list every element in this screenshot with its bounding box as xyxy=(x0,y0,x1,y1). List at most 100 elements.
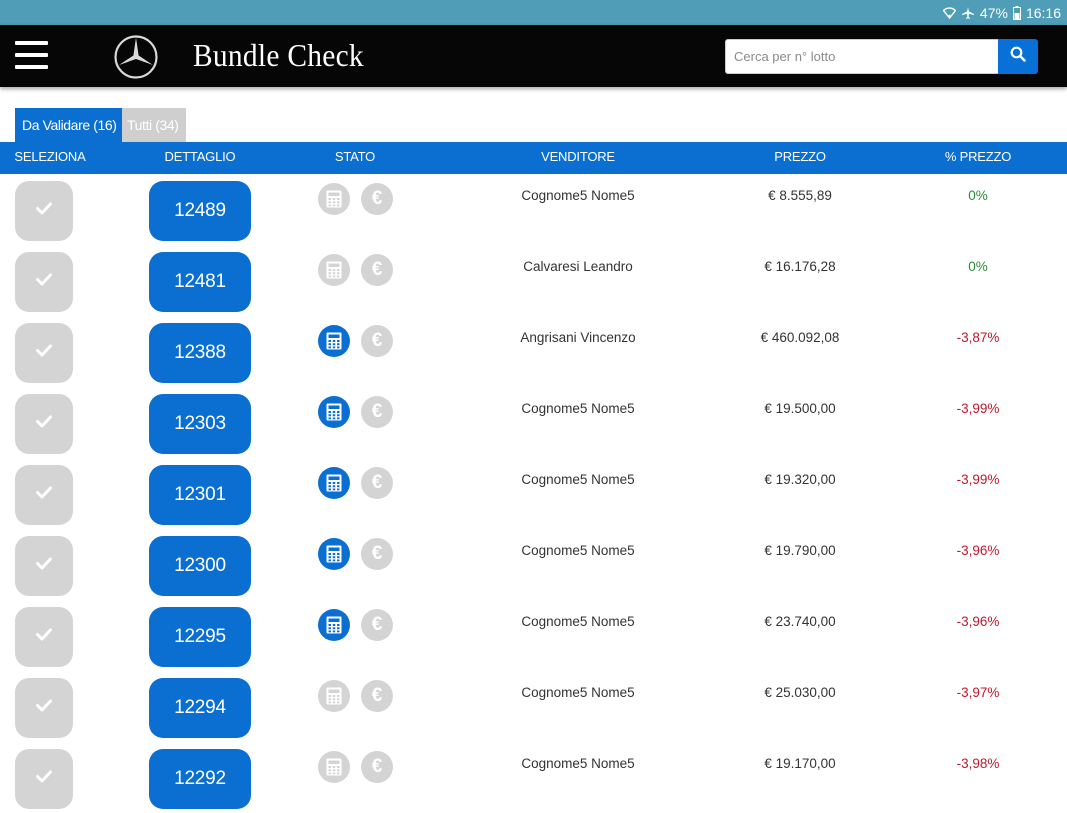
pct-prezzo-cell: -3,96% xyxy=(956,614,1000,629)
check-icon xyxy=(36,557,52,575)
tab-da-validare[interactable]: Da Validare (16) xyxy=(15,108,122,142)
euro-icon: € xyxy=(361,538,393,570)
table-row: 12295 € Cognome5 Nome5 € 23.740,00 -3,96… xyxy=(0,600,1067,671)
prezzo-cell: € 8.555,89 xyxy=(768,188,832,203)
calculator-icon xyxy=(318,467,350,499)
euro-icon: € xyxy=(361,396,393,428)
filter-tabs: Da Validare (16) Tutti (34) xyxy=(15,108,186,142)
select-button[interactable] xyxy=(15,678,73,738)
prezzo-cell: € 19.170,00 xyxy=(764,756,836,771)
search-icon xyxy=(1010,46,1026,67)
bundle-list: 12489 € Cognome5 Nome5 € 8.555,89 0% 124… xyxy=(0,174,1067,813)
column-header-prezzo[interactable]: PREZZO xyxy=(700,142,900,174)
pct-prezzo-cell: -3,87% xyxy=(956,330,1000,345)
search-input[interactable] xyxy=(725,39,999,74)
calculator-icon xyxy=(318,609,350,641)
euro-icon: € xyxy=(361,467,393,499)
lotto-detail-button[interactable]: 12292 xyxy=(149,749,251,809)
check-icon xyxy=(36,273,52,291)
select-button[interactable] xyxy=(15,465,73,525)
clock: 16:16 xyxy=(1025,4,1061,21)
lotto-detail-button[interactable]: 12489 xyxy=(149,181,251,241)
venditore-cell: Calvaresi Leandro xyxy=(523,259,633,274)
calculator-icon xyxy=(318,538,350,570)
venditore-cell: Cognome5 Nome5 xyxy=(521,401,635,416)
table-row: 12489 € Cognome5 Nome5 € 8.555,89 0% xyxy=(0,174,1067,245)
battery-icon xyxy=(1012,5,1021,20)
venditore-cell: Cognome5 Nome5 xyxy=(521,188,635,203)
select-button[interactable] xyxy=(15,323,73,383)
venditore-cell: Cognome5 Nome5 xyxy=(521,614,635,629)
prezzo-cell: € 19.320,00 xyxy=(764,472,836,487)
venditore-cell: Angrisani Vincenzo xyxy=(520,330,636,345)
venditore-cell: Cognome5 Nome5 xyxy=(521,756,635,771)
select-button[interactable] xyxy=(15,394,73,454)
prezzo-cell: € 25.030,00 xyxy=(764,685,836,700)
calculator-icon xyxy=(318,396,350,428)
lotto-detail-button[interactable]: 12388 xyxy=(149,323,251,383)
column-header-dettaglio[interactable]: DETTAGLIO xyxy=(140,142,260,174)
select-button[interactable] xyxy=(15,181,73,241)
prezzo-cell: € 460.092,08 xyxy=(760,330,840,345)
venditore-cell: Cognome5 Nome5 xyxy=(521,543,635,558)
search-button[interactable] xyxy=(998,39,1038,74)
check-icon xyxy=(36,344,52,362)
lotto-detail-button[interactable]: 12300 xyxy=(149,536,251,596)
table-row: 12294 € Cognome5 Nome5 € 25.030,00 -3,97… xyxy=(0,671,1067,742)
select-button[interactable] xyxy=(15,749,73,809)
pct-prezzo-cell: -3,98% xyxy=(956,756,1000,771)
airplane-icon xyxy=(961,6,975,20)
select-button[interactable] xyxy=(15,252,73,312)
check-icon xyxy=(36,770,52,788)
calculator-icon xyxy=(318,183,350,215)
column-header-venditore[interactable]: VENDITORE xyxy=(478,142,678,174)
lotto-detail-button[interactable]: 12301 xyxy=(149,465,251,525)
pct-prezzo-cell: -3,99% xyxy=(956,472,1000,487)
table-header: SELEZIONA DETTAGLIO STATO VENDITORE PREZ… xyxy=(0,142,1067,174)
table-row: 12388 € Angrisani Vincenzo € 460.092,08 … xyxy=(0,316,1067,387)
check-icon xyxy=(36,202,52,220)
euro-icon: € xyxy=(361,254,393,286)
lotto-detail-button[interactable]: 12303 xyxy=(149,394,251,454)
table-row: 12481 € Calvaresi Leandro € 16.176,28 0% xyxy=(0,245,1067,316)
pct-prezzo-cell: 0% xyxy=(968,188,988,203)
venditore-cell: Cognome5 Nome5 xyxy=(521,472,635,487)
pct-prezzo-cell: 0% xyxy=(968,259,988,274)
select-button[interactable] xyxy=(15,607,73,667)
calculator-icon xyxy=(318,254,350,286)
menu-icon[interactable] xyxy=(15,41,49,71)
mercedes-logo-icon xyxy=(113,34,159,80)
column-header-seleziona[interactable]: SELEZIONA xyxy=(0,142,100,174)
check-icon xyxy=(36,486,52,504)
calculator-icon xyxy=(318,680,350,712)
battery-percent: 47% xyxy=(979,4,1008,21)
euro-icon: € xyxy=(361,680,393,712)
select-button[interactable] xyxy=(15,536,73,596)
pct-prezzo-cell: -3,99% xyxy=(956,401,1000,416)
prezzo-cell: € 23.740,00 xyxy=(764,614,836,629)
lotto-detail-button[interactable]: 12294 xyxy=(149,678,251,738)
status-bar: 47% 16:16 xyxy=(0,0,1067,25)
app-title: Bundle Check xyxy=(193,37,364,73)
euro-icon: € xyxy=(361,609,393,641)
check-icon xyxy=(36,415,52,433)
table-row: 12292 € Cognome5 Nome5 € 19.170,00 -3,98… xyxy=(0,742,1067,813)
venditore-cell: Cognome5 Nome5 xyxy=(521,685,635,700)
prezzo-cell: € 16.176,28 xyxy=(764,259,836,274)
euro-icon: € xyxy=(361,183,393,215)
lotto-detail-button[interactable]: 12295 xyxy=(149,607,251,667)
column-header-pct-prezzo[interactable]: % PREZZO xyxy=(928,142,1028,174)
prezzo-cell: € 19.500,00 xyxy=(764,401,836,416)
pct-prezzo-cell: -3,97% xyxy=(956,685,1000,700)
check-icon xyxy=(36,628,52,646)
tab-tutti[interactable]: Tutti (34) xyxy=(122,108,186,142)
column-header-stato[interactable]: STATO xyxy=(305,142,405,174)
calculator-icon xyxy=(318,325,350,357)
pct-prezzo-cell: -3,96% xyxy=(956,543,1000,558)
table-row: 12300 € Cognome5 Nome5 € 19.790,00 -3,96… xyxy=(0,529,1067,600)
table-row: 12303 € Cognome5 Nome5 € 19.500,00 -3,99… xyxy=(0,387,1067,458)
lotto-detail-button[interactable]: 12481 xyxy=(149,252,251,312)
prezzo-cell: € 19.790,00 xyxy=(764,543,836,558)
calculator-icon xyxy=(318,751,350,783)
euro-icon: € xyxy=(361,325,393,357)
